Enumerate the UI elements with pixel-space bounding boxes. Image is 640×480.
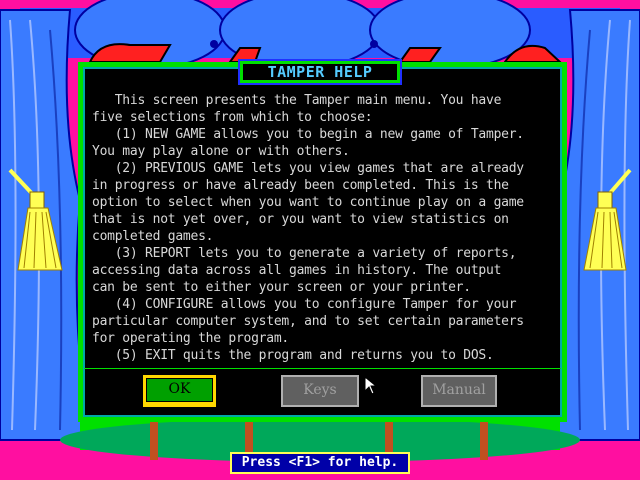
ok-button-label: OK (146, 378, 213, 402)
ok-button[interactable]: OK (143, 375, 216, 407)
keys-button[interactable]: Keys (281, 375, 359, 407)
manual-button[interactable]: Manual (421, 375, 497, 407)
help-body-text: This screen presents the Tamper main men… (92, 93, 524, 363)
app-screen: TAMPER HELP This screen presents the Tam… (0, 0, 640, 480)
dialog-divider (84, 368, 561, 369)
mouse-pointer-icon (364, 376, 378, 395)
status-bar: Press <F1> for help. (230, 452, 410, 474)
help-dialog-title: TAMPER HELP (238, 59, 402, 85)
